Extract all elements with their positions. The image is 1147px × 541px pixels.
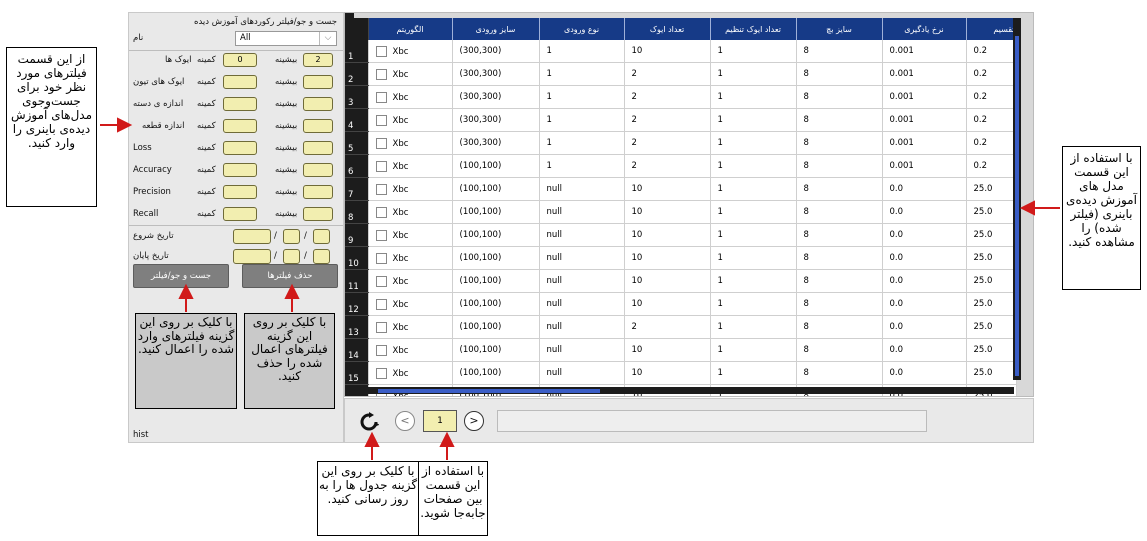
arrow-head bbox=[117, 117, 133, 133]
annotation-arrows bbox=[100, 117, 1060, 460]
